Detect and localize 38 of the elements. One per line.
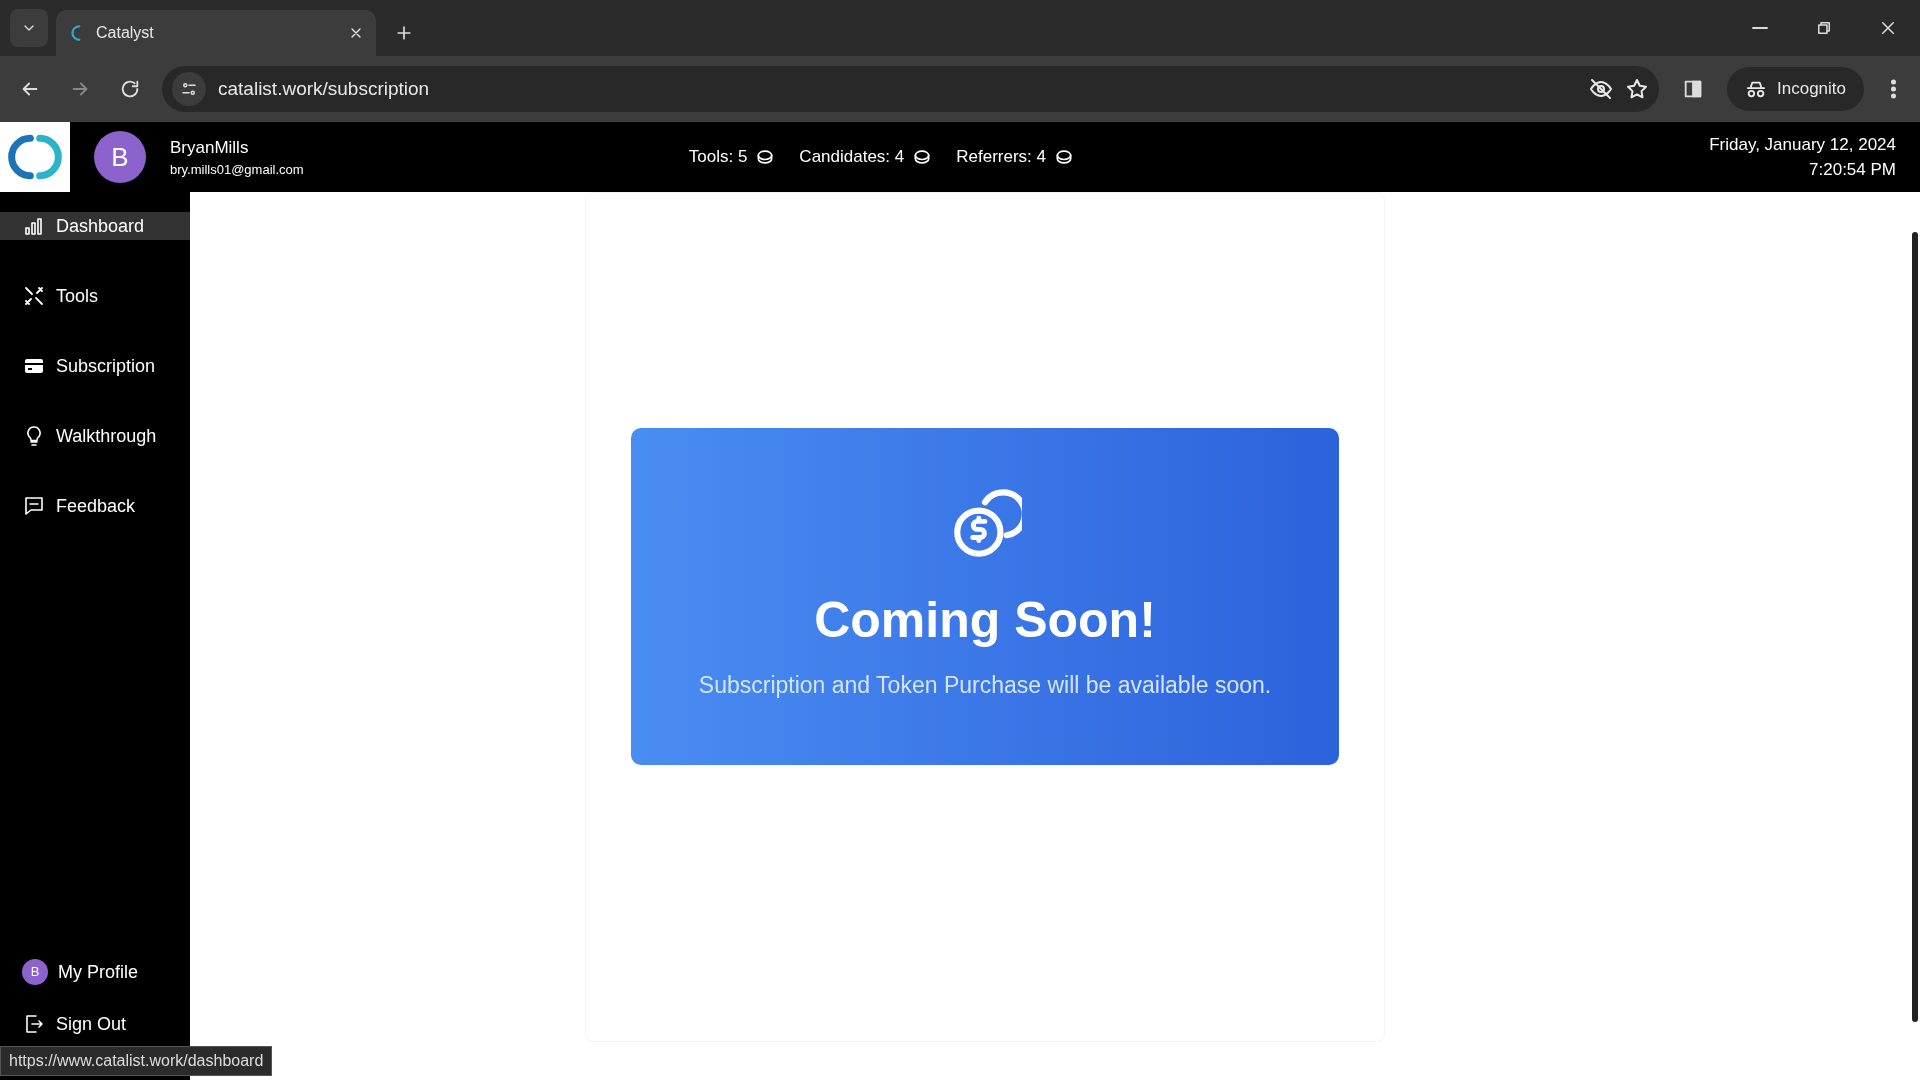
message-icon <box>22 494 46 518</box>
coin-icon <box>912 147 933 167</box>
sidebar-item[interactable]: Dashboard <box>0 212 190 240</box>
reload-icon <box>119 78 141 100</box>
scrollbar-thumb[interactable] <box>1912 232 1918 1022</box>
sliders-icon <box>180 80 198 98</box>
user-name: BryanMills <box>170 136 250 159</box>
url-text: catalist.work/subscription <box>218 76 431 101</box>
sidebar-item[interactable]: Walkthrough <box>0 422 190 450</box>
sidebar-item[interactable]: Tools <box>0 282 190 310</box>
close-window-icon <box>1879 19 1897 37</box>
user-avatar: B <box>94 131 146 183</box>
counter-label: Tools: 5 <box>688 146 748 169</box>
more-icon <box>1890 79 1896 99</box>
address-bar[interactable]: catalist.work/subscription <box>162 66 1659 112</box>
sidebar-item[interactable]: Subscription <box>0 352 190 380</box>
restore-icon <box>1815 19 1833 37</box>
eye-slash-icon[interactable] <box>1589 77 1613 101</box>
browser-tab[interactable]: Catalyst <box>56 10 376 56</box>
notice-title: Coming Soon! <box>814 591 1156 651</box>
coin-icon <box>755 147 776 167</box>
counter-label: Referrers: 4 <box>956 146 1046 169</box>
coin-icon <box>1054 147 1074 167</box>
minimize-icon <box>1752 27 1768 29</box>
date-text: Friday, January 12, 2024 <box>1709 133 1896 156</box>
time-text: 7:20:54 PM <box>1808 159 1896 181</box>
incognito-button[interactable]: Incognito <box>1727 67 1864 111</box>
sidebar-item[interactable]: Feedback <box>0 492 190 520</box>
profile-avatar: B <box>22 959 48 985</box>
site-info-button[interactable] <box>172 72 206 106</box>
status-url: https://www.catalist.work/dashboard <box>0 1046 273 1076</box>
side-panel-icon <box>1682 78 1704 100</box>
profile-link[interactable]: B My Profile <box>0 958 190 986</box>
user-email: bry.mills01@gmail.com <box>170 161 304 179</box>
star-icon[interactable] <box>1625 77 1649 101</box>
notice-message: Subscription and Token Purchase will be available soon. <box>698 671 1272 701</box>
counter-label: Candidates: 4 <box>799 146 905 169</box>
sign-out-link[interactable]: Sign Out <box>0 1010 190 1038</box>
